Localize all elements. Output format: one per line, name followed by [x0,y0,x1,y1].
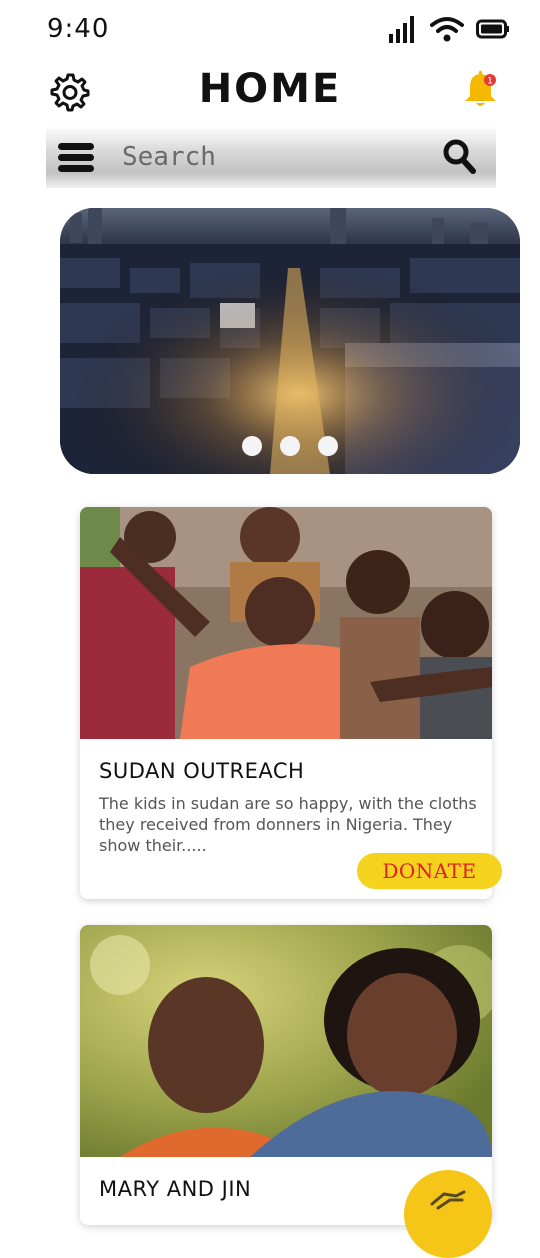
children-photo [80,507,492,739]
campaign-card[interactable]: SUDAN OUTREACH The kids in sudan are so … [80,507,502,899]
search-input[interactable] [122,138,422,176]
carousel-dot[interactable] [280,436,300,456]
bell-icon: 1 [465,70,496,106]
notification-button[interactable]: 1 [460,68,502,110]
notification-badge: 1 [487,77,493,87]
card-photo [80,507,492,739]
hamburger-menu-icon[interactable] [58,143,94,173]
signal-icon [389,16,414,43]
carousel-dot[interactable] [242,436,262,456]
carousel-dot[interactable] [318,436,338,456]
card-title: MARY AND JIN [99,1177,252,1201]
status-icons [388,14,510,44]
page-title: HOME [198,66,342,112]
city-night-image [60,208,520,474]
children-photo [80,925,492,1157]
search-bar [46,126,496,188]
card-photo [80,925,492,1157]
card-title: SUDAN OUTREACH [99,759,305,783]
carousel-dots [60,436,520,456]
card-description: The kids in sudan are so happy, with the… [99,794,477,855]
donate-button[interactable]: DONATE [357,853,502,889]
wifi-icon [430,17,464,42]
search-icon[interactable] [442,138,476,174]
hand-heart-icon [430,1190,466,1210]
battery-icon [476,19,509,39]
status-time: 9:40 [47,14,110,44]
donate-fab[interactable] [404,1170,492,1258]
featured-carousel[interactable] [60,208,520,474]
